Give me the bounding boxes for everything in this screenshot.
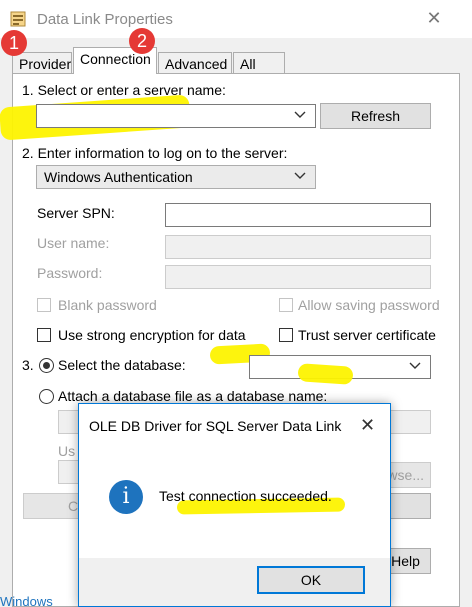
dialog-body: i Test connection succeeded. bbox=[79, 448, 390, 558]
attach-database-label: Attach a database file as a database nam… bbox=[58, 388, 328, 404]
tab-provider-label: Provider bbox=[19, 56, 72, 72]
step2-label: 2. Enter information to log on to the se… bbox=[22, 145, 288, 161]
tab-provider[interactable]: Provider bbox=[12, 52, 72, 74]
tab-advanced-label: Advanced bbox=[165, 56, 228, 72]
dialog-ok-button[interactable]: OK bbox=[257, 566, 365, 594]
chevron-down-icon bbox=[409, 362, 421, 369]
attach-database-radio[interactable] bbox=[39, 389, 54, 404]
step-badge-2: 2 bbox=[129, 28, 155, 54]
chevron-down-icon bbox=[294, 111, 306, 118]
title-bar: Data Link Properties ✕ bbox=[0, 0, 472, 38]
chevron-down-icon bbox=[294, 172, 306, 179]
step-badge-1: 1 bbox=[1, 30, 27, 56]
dialog-close-icon[interactable]: ✕ bbox=[360, 415, 375, 436]
tab-all-label: All bbox=[240, 56, 256, 72]
trust-server-certificate-label: Trust server certificate bbox=[298, 327, 436, 343]
dialog-title: OLE DB Driver for SQL Server Data Link bbox=[89, 418, 342, 434]
highlight-database-value bbox=[297, 363, 354, 385]
refresh-button[interactable]: Refresh bbox=[320, 103, 431, 129]
strong-encryption-checkbox[interactable] bbox=[37, 328, 51, 342]
dialog-title-bar: OLE DB Driver for SQL Server Data Link ✕ bbox=[79, 404, 390, 448]
allow-saving-password-checkbox[interactable] bbox=[279, 298, 293, 312]
tab-all[interactable]: All bbox=[233, 52, 285, 74]
step1-label: 1. Select or enter a server name: bbox=[22, 82, 226, 98]
select-database-label: Select the database: bbox=[58, 357, 186, 373]
test-connection-label: C bbox=[68, 498, 79, 514]
step3-label: 3. bbox=[22, 357, 34, 373]
authentication-select[interactable]: Windows Authentication bbox=[36, 165, 316, 189]
dialog-message: Test connection succeeded. bbox=[159, 488, 332, 504]
background-text: Windows bbox=[0, 594, 53, 607]
test-connection-dialog: OLE DB Driver for SQL Server Data Link ✕… bbox=[78, 403, 391, 607]
info-icon: i bbox=[109, 480, 143, 514]
data-link-icon bbox=[10, 11, 26, 27]
user-name-label: User name: bbox=[37, 235, 110, 251]
blank-password-checkbox[interactable] bbox=[37, 298, 51, 312]
blank-password-label: Blank password bbox=[58, 297, 157, 313]
browse-button-label: wse... bbox=[387, 467, 424, 483]
select-database-radio[interactable] bbox=[39, 358, 54, 373]
allow-saving-password-label: Allow saving password bbox=[298, 297, 440, 313]
strong-encryption-label: Use strong encryption for data bbox=[58, 327, 246, 343]
tab-advanced[interactable]: Advanced bbox=[158, 52, 232, 74]
help-button-label: Help bbox=[391, 553, 420, 569]
using-filename-label: Us bbox=[58, 443, 76, 459]
password-input[interactable] bbox=[165, 265, 431, 289]
trust-server-certificate-checkbox[interactable] bbox=[279, 328, 293, 342]
authentication-value: Windows Authentication bbox=[44, 169, 193, 185]
window-title: Data Link Properties bbox=[37, 11, 173, 28]
server-name-combobox[interactable] bbox=[36, 104, 316, 128]
close-icon[interactable]: ✕ bbox=[424, 8, 444, 28]
user-name-input[interactable] bbox=[165, 235, 431, 259]
radio-selected-dot bbox=[43, 362, 50, 369]
server-spn-input[interactable] bbox=[165, 203, 431, 227]
password-label: Password: bbox=[37, 265, 103, 281]
server-spn-label: Server SPN: bbox=[37, 205, 115, 221]
